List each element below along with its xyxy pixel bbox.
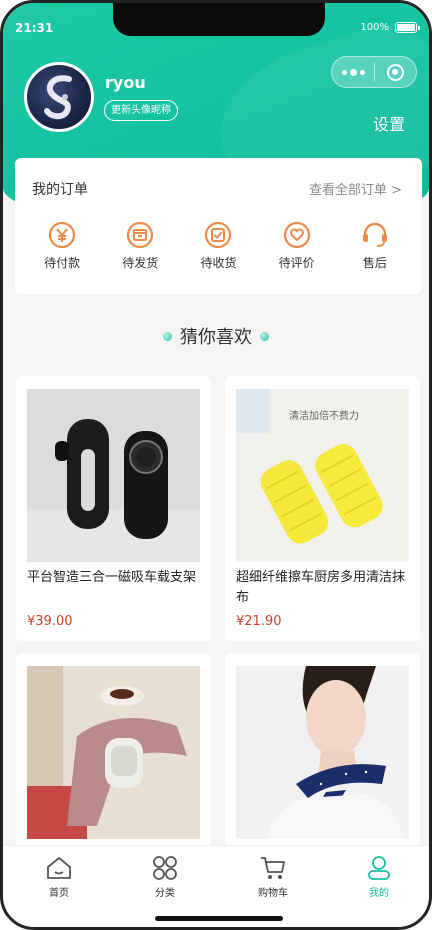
view-all-orders-link[interactable]: 查看全部订单 >	[309, 179, 402, 198]
heart-bubble-icon	[283, 221, 310, 249]
avatar-logo-icon	[44, 75, 72, 120]
product-card[interactable]: 清洁加倍不费力 超细纤维擦车厨房多用清洁抹布 ¥21.90	[225, 376, 420, 641]
guess-you-like-title: 猜你喜欢	[180, 327, 252, 348]
product-card[interactable]: 平台智造三合一磁吸车载支架 ¥39.00	[16, 376, 211, 641]
order-item-label: 待发货	[122, 256, 159, 270]
product-card[interactable]	[225, 653, 420, 853]
more-menu-icon[interactable]	[332, 68, 374, 76]
product-price: ¥39.00	[27, 614, 73, 629]
order-item-pending-shipment[interactable]: 待发货	[105, 220, 175, 271]
close-mini-program-icon[interactable]	[375, 63, 416, 81]
user-icon	[368, 856, 390, 880]
order-item-pending-payment[interactable]: 待付款	[27, 220, 97, 271]
product-image-knee-massager	[27, 666, 200, 839]
battery-icon	[395, 22, 420, 33]
settings-link[interactable]: 设置	[373, 111, 405, 135]
tab-label: 购物车	[258, 888, 288, 899]
cart-icon	[261, 857, 285, 879]
order-item-pending-receipt[interactable]: 待收货	[183, 220, 253, 271]
order-item-after-sales[interactable]: 售后	[340, 220, 410, 271]
tab-cart[interactable]: 购物车	[243, 854, 303, 899]
status-right: 100%	[360, 22, 420, 33]
package-icon	[127, 221, 154, 249]
tab-home[interactable]: 首页	[29, 854, 89, 899]
order-card: 我的订单 查看全部订单 > 待付款 待发货 待收货 待评价 售后	[15, 158, 422, 294]
order-title: 我的订单	[32, 182, 88, 198]
check-box-icon	[205, 221, 232, 249]
product-card[interactable]	[16, 653, 211, 853]
order-status-list: 待付款 待发货 待收货 待评价 售后	[15, 220, 422, 271]
update-avatar-nickname-button[interactable]: 更新头像昵称	[104, 100, 178, 121]
yen-circle-icon	[48, 221, 76, 249]
notch	[113, 3, 325, 36]
tab-label: 首页	[49, 888, 69, 899]
home-icon	[47, 857, 71, 879]
order-item-label: 售后	[362, 256, 387, 270]
product-name: 平台智造三合一磁吸车载支架	[27, 570, 197, 585]
tab-label: 分类	[155, 888, 175, 899]
guess-you-like-heading: 猜你喜欢	[3, 323, 429, 349]
order-item-label: 待评价	[278, 256, 315, 270]
order-item-pending-review[interactable]: 待评价	[262, 220, 332, 271]
tab-label: 我的	[369, 888, 389, 899]
product-name: 超细纤维擦车厨房多用清洁抹布	[236, 570, 406, 605]
headset-icon	[362, 222, 387, 247]
tab-mine[interactable]: 我的	[349, 854, 409, 899]
tab-category[interactable]: 分类	[135, 854, 195, 899]
order-item-label: 待付款	[44, 256, 81, 270]
product-image-car-mount	[27, 389, 200, 562]
phone-screen: 21:31 100% ryou 更新头像昵称 设置 我的订单 查看全部订单 > …	[0, 0, 432, 930]
product-price: ¥21.90	[236, 614, 282, 629]
product-image-caption: 清洁加倍不费力	[289, 409, 359, 422]
mini-program-capsule	[331, 56, 417, 88]
order-item-label: 待收货	[200, 256, 237, 270]
username: ryou	[105, 73, 146, 92]
product-image-cleaning-cloth: 清洁加倍不费力	[236, 389, 409, 562]
home-indicator[interactable]	[155, 916, 283, 921]
avatar[interactable]	[24, 62, 94, 132]
battery-percent: 100%	[360, 22, 389, 33]
decor-dot-icon	[260, 331, 269, 341]
category-icon	[153, 856, 177, 880]
decor-dot-icon	[163, 331, 172, 341]
product-image-neck-warmer	[236, 666, 409, 839]
status-time: 21:31	[15, 21, 54, 35]
